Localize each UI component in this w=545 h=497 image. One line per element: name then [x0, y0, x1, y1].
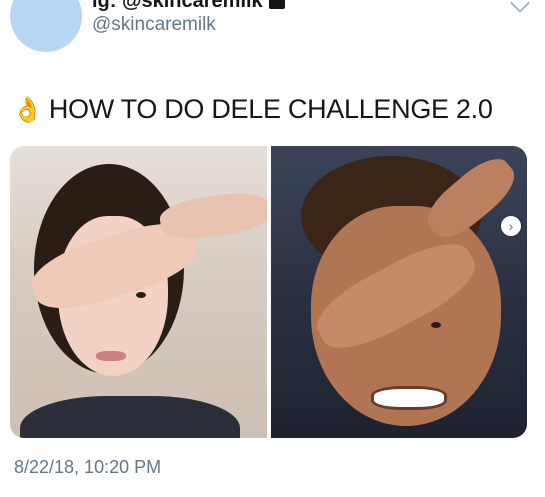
handle[interactable]: @skincaremilk — [92, 14, 216, 36]
photo-right[interactable]: › — [270, 146, 527, 438]
next-photo-button[interactable]: › — [501, 216, 521, 236]
badge-icon — [268, 0, 285, 9]
photo-left[interactable] — [10, 146, 267, 438]
tweet-body: HOW TO DO DELE CHALLENGE 2.0 — [48, 94, 493, 124]
avatar[interactable] — [10, 0, 82, 52]
photo-left-mouth — [96, 351, 126, 361]
display-name[interactable]: ig: @skincaremilk — [92, 0, 285, 13]
photo-left-arm — [157, 188, 267, 244]
photo-left-shirt — [20, 396, 240, 438]
chevron-down-icon[interactable] — [510, 0, 530, 13]
media-grid: › — [10, 146, 527, 438]
timestamp[interactable]: 8/22/18, 10:20 PM — [14, 457, 161, 478]
tweet-text: 👌 HOW TO DO DELE CHALLENGE 2.0 — [12, 94, 493, 125]
photo-right-eye — [430, 322, 441, 328]
photo-right-mouth — [370, 386, 447, 410]
ok-hand-icon: 👌 — [12, 96, 43, 124]
photo-left-eye — [136, 292, 146, 298]
display-name-text: ig: @skincaremilk — [92, 0, 263, 12]
